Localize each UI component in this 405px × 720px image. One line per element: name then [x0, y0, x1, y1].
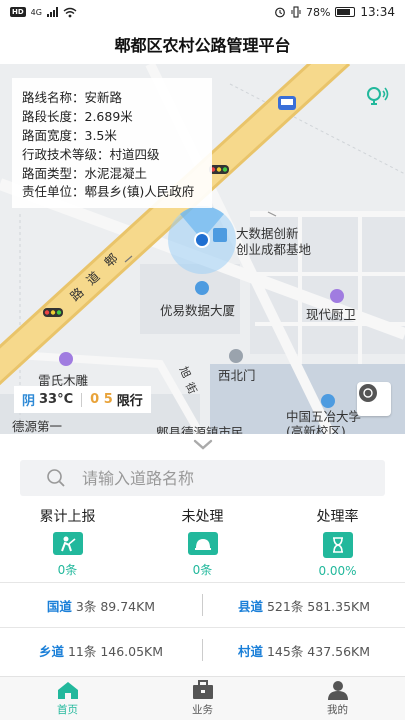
road-detail: 3条 89.74KM: [75, 598, 156, 614]
network-type: 4G: [30, 7, 42, 17]
road-row: 乡道 11条 146.05KM 村道 145条 437.56KM: [0, 627, 405, 672]
map-label-big-data: 大数据创新 创业成都基地: [236, 226, 312, 257]
surface-type: 路面类型：水泥混凝土: [22, 166, 148, 181]
road-name: 国道: [46, 598, 72, 614]
stat-unprocessed[interactable]: 未处理 0条: [135, 506, 270, 578]
briefcase-icon: [192, 680, 213, 699]
hd-badge: HD: [10, 7, 26, 17]
search-icon: [47, 469, 65, 487]
stat-label: 累计上报: [39, 509, 96, 525]
battery-percent: 78%: [305, 5, 331, 19]
user-icon: [327, 681, 348, 700]
helmet-icon: [187, 532, 218, 555]
vibrate-icon: [291, 6, 301, 18]
stat-process-rate[interactable]: 处理率 0.00%: [270, 506, 405, 578]
stat-total-reports[interactable]: 累计上报 0条: [0, 506, 135, 578]
home-icon: [57, 682, 78, 699]
segment-length: 路段长度：2.689米: [22, 109, 133, 124]
alarm-icon: [275, 7, 285, 18]
signal-icon: [46, 7, 58, 17]
stat-label: 处理率: [316, 509, 359, 525]
locate-icon: [359, 384, 377, 402]
road-name: 村道: [237, 643, 263, 659]
weather-widget: 阴 33°C 0 5 限行: [14, 386, 151, 413]
limit-label: 限行: [116, 394, 143, 409]
info-panel: 累计上报 0条 未处理 0条 处理率: [0, 434, 405, 676]
road-detail: 521条 581.35KM: [266, 598, 371, 614]
road-detail: 145条 437.56KM: [266, 643, 371, 659]
nav-home[interactable]: 首页: [0, 677, 135, 720]
status-bar: HD 4G 78% 13:34: [0, 0, 405, 24]
road-name: 乡道: [38, 643, 64, 659]
chevron-down-icon[interactable]: [192, 438, 214, 452]
map-view[interactable]: 路线名称：安新路 路段长度：2.689米 路面宽度：3.5米 行政技术等级：村道…: [0, 64, 405, 434]
map-label-pixian: 郫县德源镇市民: [156, 425, 244, 434]
nav-label: 首页: [57, 704, 78, 716]
page-title: 郫都区农村公路管理平台: [0, 24, 405, 64]
road-search[interactable]: [20, 460, 385, 496]
weather-divider: [81, 392, 83, 407]
nav-label: 业务: [192, 704, 213, 716]
map-label-xibeimen: 西北门: [218, 368, 256, 383]
road-detail: 11条 146.05KM: [67, 643, 164, 659]
nav-label: 我的: [327, 704, 348, 716]
road-info-card[interactable]: 路线名称：安新路 路段长度：2.689米 路面宽度：3.5米 行政技术等级：村道…: [12, 78, 212, 208]
stat-value: 0条: [57, 563, 78, 577]
road-row: 国道 3条 89.74KM 县道 521条 581.35KM: [0, 582, 405, 627]
road-cell-xiangdao[interactable]: 乡道 11条 146.05KM: [0, 641, 202, 660]
route-name: 路线名称：安新路: [22, 90, 123, 105]
stat-value: 0.00%: [318, 564, 357, 578]
stat-label: 未处理: [181, 509, 224, 525]
map-label-deyuan: 德源第一: [12, 419, 63, 434]
stat-value: 0条: [192, 563, 213, 577]
locate-button[interactable]: [357, 382, 391, 416]
nav-profile[interactable]: 我的: [270, 677, 405, 720]
road-name: 县道: [237, 598, 263, 614]
map-label-xiandai: 现代厨卫: [306, 307, 357, 322]
road-cell-guodao[interactable]: 国道 3条 89.74KM: [0, 596, 202, 615]
weather-condition: 阴: [22, 394, 36, 409]
worker-icon: [52, 532, 83, 555]
voice-broadcast-button[interactable]: [363, 82, 391, 110]
search-input[interactable]: [82, 468, 372, 488]
report-stats: 累计上报 0条 未处理 0条 处理率 0.00%: [0, 506, 405, 578]
weather-temperature: 33°C: [39, 392, 74, 407]
hourglass-icon: [322, 532, 353, 558]
battery-icon: [335, 7, 356, 17]
road-cell-xiandao[interactable]: 县道 521条 581.35KM: [203, 596, 405, 615]
bottom-nav: 首页 业务 我的: [0, 676, 405, 720]
map-label-youyi: 优易数据大厦: [160, 303, 236, 318]
responsible-unit: 责任单位：郫县乡(镇)人民政府: [22, 184, 195, 199]
road-width: 路面宽度：3.5米: [22, 128, 117, 143]
road-summary-grid: 国道 3条 89.74KM 县道 521条 581.35KM 乡道 11条 14…: [0, 582, 405, 672]
clock: 13:34: [360, 5, 395, 19]
admin-grade: 行政技术等级：村道四级: [22, 147, 160, 162]
road-cell-cundao[interactable]: 村道 145条 437.56KM: [203, 641, 405, 660]
nav-business[interactable]: 业务: [135, 677, 270, 720]
speaker-icon: [367, 87, 389, 105]
map-label-zhongye: 中国五冶大学 (高新校区): [286, 409, 362, 434]
limit-numbers: 0 5: [90, 392, 113, 407]
wifi-icon: [63, 7, 77, 17]
